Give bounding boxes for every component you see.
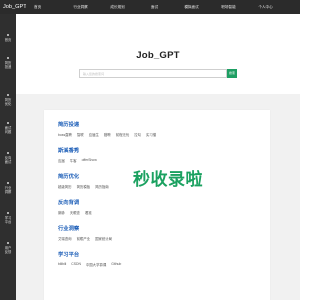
link-row-industry: 艾瑞咨询 前瞻产业 国家统计局 [58,236,112,241]
link-csdn[interactable]: CSDN [71,262,81,267]
link-stats-gov[interactable]: 国家统计局 [95,236,112,241]
link-resume-template[interactable]: 简历模板 [77,184,91,189]
link-yingjie[interactable]: 应届 [58,158,65,163]
link-zhilian[interactable]: 智联 [77,132,84,137]
link-row-learning: bilibili CSDN 中国大学慕课 Github [58,262,121,267]
dot-icon [7,212,9,214]
link-row-resume-optimize: 超级简历 简历模板 简历指南 [58,184,109,189]
dot-icon [7,242,9,244]
dot-icon [7,152,9,154]
nav-item-interview[interactable]: 面试 [136,0,173,14]
sidebar: 首页 简历 投递 简历 优化 面试 问题 反向 面试 行业 洞察 学习 平台 用… [0,14,16,300]
sidebar-item-reverse-interview[interactable]: 反向 面试 [0,152,16,164]
sidebar-item-resume-submit[interactable]: 简历 投递 [0,57,16,69]
section-title-resume-submit: 简历投递 [58,122,80,128]
sidebar-item-label: 简历 优化 [4,98,12,107]
link-iresearch[interactable]: 艾瑞咨询 [58,236,72,241]
sidebar-item-label: 学习 平台 [4,216,12,225]
section-title-industry: 行业洞察 [58,226,80,232]
sidebar-item-resume-optimize[interactable]: 简历 优化 [0,94,16,106]
link-super-resume[interactable]: 超级简历 [58,184,72,189]
link-51job[interactable]: 前程无忧 [116,132,130,137]
main-nav: 首页 行业洞察 成长规划 面试 模拟面试 职场智能 个人中心 [26,0,300,14]
dot-icon [7,182,9,184]
link-row-resume-submit: boss直聘 智联 应届生 猎聘 前程无忧 拉勾 实习僧 [58,132,156,137]
content-band: 简历投递 boss直聘 智联 应届生 猎聘 前程无忧 拉勾 实习僧 斯溪香秀 应… [16,94,300,300]
link-kanzhun[interactable]: 看准 [85,210,92,215]
brand-logo[interactable]: Job_GPT [0,0,26,14]
link-boss[interactable]: boss直聘 [58,132,72,137]
sidebar-item-feedback[interactable]: 用户 反馈 [0,242,16,254]
link-liepin[interactable]: 猎聘 [104,132,111,137]
link-maimai[interactable]: 脉脉 [58,210,65,215]
nav-item-growth[interactable]: 成长规划 [99,0,136,14]
watermark-logo: 秒收录啦 [133,170,203,189]
link-github[interactable]: Github [111,262,121,267]
sidebar-item-home[interactable]: 首页 [0,34,16,42]
link-resume-guide[interactable]: 简历指南 [95,184,109,189]
page-title: Job_GPT [136,50,180,61]
sidebar-item-interview-questions[interactable]: 面试 问题 [0,122,16,134]
link-row-salary: 应届 牛客 offerShow [58,158,97,163]
nav-item-mock-interview[interactable]: 模拟面试 [173,0,210,14]
section-title-background-check: 反向背调 [58,200,80,206]
nav-item-industry[interactable]: 行业洞察 [62,0,99,14]
link-nowcoder[interactable]: 牛客 [70,158,77,163]
links-card: 简历投递 boss直聘 智联 应届生 猎聘 前程无忧 拉勾 实习僧 斯溪香秀 应… [44,110,270,300]
link-bilibili[interactable]: bilibili [58,262,66,267]
nav-item-home[interactable]: 首页 [26,0,62,14]
link-offershow[interactable]: offerShow [82,158,97,163]
dot-icon [7,122,9,124]
sidebar-item-label: 用户 反馈 [4,246,12,255]
search-button[interactable]: 搜索 [227,69,237,78]
link-shixiseng[interactable]: 实习僧 [146,132,156,137]
sidebar-item-industry[interactable]: 行业 洞察 [0,182,16,194]
sidebar-item-label: 首页 [4,38,12,42]
sidebar-item-label: 面试 问题 [4,126,12,135]
search-input[interactable]: 输入您的搜索词 [79,69,227,78]
nav-item-career[interactable]: 职场智能 [210,0,247,14]
section-title-salary: 斯溪香秀 [58,148,80,154]
dot-icon [7,94,9,96]
search-bar: 输入您的搜索词 搜索 [79,69,237,78]
sidebar-item-label: 反向 面试 [4,156,12,165]
dot-icon [7,34,9,36]
link-yingjiesheng[interactable]: 应届生 [89,132,99,137]
link-icourse[interactable]: 中国大学慕课 [86,262,106,267]
section-title-learning: 学习平台 [58,252,80,258]
sidebar-item-learning[interactable]: 学习 平台 [0,212,16,224]
main-content: Job_GPT 输入您的搜索词 搜索 简历投递 boss直聘 智联 应届生 猎聘… [16,14,300,300]
sidebar-item-label: 行业 洞察 [4,186,12,195]
dot-icon [7,57,9,59]
link-lagou[interactable]: 拉勾 [134,132,141,137]
link-qianzhan[interactable]: 前瞻产业 [77,236,91,241]
link-tianyancha[interactable]: 天眼查 [70,210,80,215]
link-row-background-check: 脉脉 天眼查 看准 [58,210,92,215]
nav-item-profile[interactable]: 个人中心 [247,0,284,14]
section-title-resume-optimize: 简历优化 [58,174,80,180]
sidebar-item-label: 简历 投递 [4,61,12,70]
top-nav-bar: Job_GPT 首页 行业洞察 成长规划 面试 模拟面试 职场智能 个人中心 [0,0,300,14]
